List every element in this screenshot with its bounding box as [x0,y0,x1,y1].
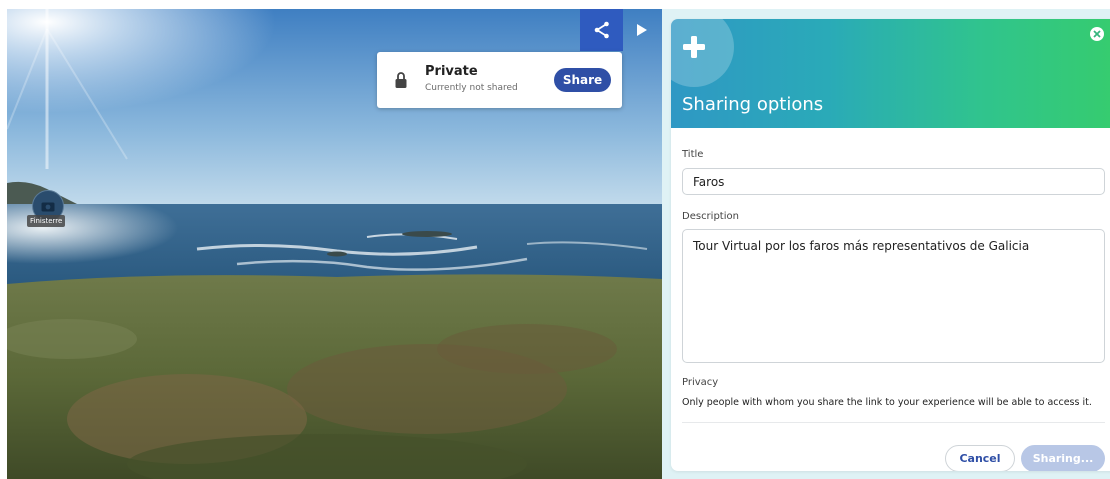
privacy-status-subtitle: Currently not shared [425,83,518,93]
close-button[interactable] [1090,27,1104,41]
play-icon [637,24,647,36]
share-button[interactable]: Share [554,68,611,92]
play-button[interactable] [631,10,653,50]
close-icon [1093,30,1101,38]
privacy-popup: Private Currently not shared Share [377,52,622,108]
plus-icon [683,36,705,58]
sharing-button[interactable]: Sharing... [1021,445,1105,471]
share-icon [594,21,609,39]
sharing-panel-backdrop: Sharing options Title Description Tour V… [662,9,1110,479]
header-badge [671,19,734,87]
photo-icon [41,202,55,211]
hotspot-label[interactable]: Finisterre [27,215,66,227]
privacy-label: Privacy [682,377,719,388]
footer-divider [682,422,1105,423]
cancel-button[interactable]: Cancel [945,445,1015,471]
privacy-description: Only people with whom you share the link… [682,397,1092,408]
lock-icon [395,72,407,88]
dialog-title: Sharing options [682,94,824,115]
privacy-status-title: Private [425,64,478,79]
title-label: Title [682,149,704,160]
title-input[interactable] [682,168,1105,195]
description-label: Description [682,211,739,222]
description-textarea[interactable]: Tour Virtual por los faros más represent… [682,229,1105,363]
dialog-header: Sharing options [671,19,1110,128]
share-toggle-button[interactable] [580,9,623,51]
sharing-options-dialog: Sharing options Title Description Tour V… [671,19,1110,471]
